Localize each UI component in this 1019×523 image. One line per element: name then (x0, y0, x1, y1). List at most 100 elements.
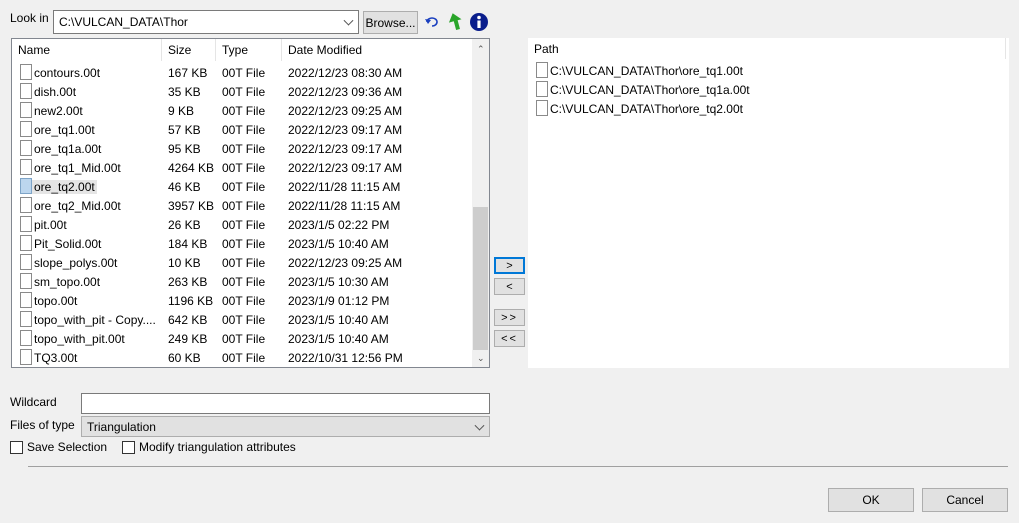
file-size: 35 KB (168, 85, 201, 99)
file-row[interactable]: ore_tq2_Mid.00t 3957 KB 00T File 2022/11… (18, 196, 478, 215)
scroll-up-icon[interactable]: ⌃ (477, 44, 485, 55)
column-header-path[interactable]: Path (528, 38, 1006, 59)
look-in-combo[interactable]: C:\VULCAN_DATA\Thor (53, 10, 359, 34)
file-type: 00T File (222, 256, 266, 270)
file-date: 2023/1/5 10:40 AM (288, 313, 389, 327)
green-up-arrow-icon[interactable] (446, 12, 464, 32)
wildcard-input[interactable] (81, 393, 490, 414)
column-header-date[interactable]: Date Modified (282, 39, 472, 61)
selected-list[interactable]: Path C:\VULCAN_DATA\Thor\ore_tq1.00t C:\V… (528, 38, 1009, 368)
file-date: 2023/1/5 02:22 PM (288, 218, 390, 232)
file-type: 00T File (222, 294, 266, 308)
file-type: 00T File (222, 332, 266, 346)
file-date: 2023/1/5 10:40 AM (288, 332, 389, 346)
file-size: 57 KB (168, 123, 201, 137)
file-size: 1196 KB (168, 294, 214, 308)
file-list[interactable]: Name Size Type Date Modified contours.00… (11, 38, 490, 368)
file-date: 2022/12/23 09:17 AM (288, 161, 403, 175)
file-date: 2022/11/28 11:15 AM (288, 199, 401, 213)
column-header-name[interactable]: Name (12, 39, 162, 61)
file-row[interactable]: TQ3.00t 60 KB 00T File 2022/10/31 12:56 … (18, 348, 478, 367)
file-type: 00T File (222, 66, 266, 80)
add-all-button[interactable]: >> (494, 309, 525, 326)
checkbox-box[interactable] (10, 440, 23, 454)
wildcard-label: Wildcard (10, 395, 57, 409)
file-name: ore_tq1.00t (34, 123, 95, 137)
remove-button[interactable]: < (494, 278, 525, 295)
file-size: 249 KB (168, 332, 208, 346)
file-size: 263 KB (168, 275, 208, 289)
file-name: topo_with_pit.00t (34, 332, 125, 346)
save-selection-label: Save Selection (27, 440, 108, 454)
file-date: 2022/12/23 09:36 AM (288, 85, 403, 99)
file-name: ore_tq1_Mid.00t (34, 161, 121, 175)
file-date: 2023/1/5 10:40 AM (288, 237, 389, 251)
file-date: 2022/12/23 09:25 AM (288, 256, 403, 270)
undo-arrow-icon[interactable] (424, 14, 440, 30)
add-button[interactable]: > (494, 257, 525, 274)
file-row[interactable]: ore_tq1a.00t 95 KB 00T File 2022/12/23 0… (18, 139, 478, 158)
column-header-size[interactable]: Size (162, 39, 216, 61)
scroll-down-icon[interactable]: ⌄ (477, 353, 485, 364)
file-name: topo_with_pit - Copy.... (34, 313, 156, 327)
file-name: pit.00t (34, 218, 67, 232)
modify-attributes-checkbox[interactable]: Modify triangulation attributes (122, 440, 296, 454)
save-selection-checkbox[interactable]: Save Selection (10, 440, 107, 454)
column-header-type[interactable]: Type (216, 39, 282, 61)
remove-all-button[interactable]: << (494, 330, 525, 347)
ok-button[interactable]: OK (828, 488, 914, 512)
file-icon (20, 349, 32, 365)
file-icon (536, 100, 548, 116)
selected-row[interactable]: C:\VULCAN_DATA\Thor\ore_tq2.00t (534, 99, 994, 118)
files-of-type-select[interactable]: Triangulation (81, 416, 490, 437)
file-name: sm_topo.00t (34, 275, 101, 289)
selected-row[interactable]: C:\VULCAN_DATA\Thor\ore_tq1.00t (534, 61, 994, 80)
file-row[interactable]: ore_tq2.00t 46 KB 00T File 2022/11/28 11… (18, 177, 478, 196)
selected-row[interactable]: C:\VULCAN_DATA\Thor\ore_tq1a.00t (534, 80, 994, 99)
file-icon (20, 197, 32, 213)
file-row[interactable]: ore_tq1.00t 57 KB 00T File 2022/12/23 09… (18, 120, 478, 139)
file-row[interactable]: dish.00t 35 KB 00T File 2022/12/23 09:36… (18, 82, 478, 101)
file-row[interactable]: topo_with_pit - Copy.... 642 KB 00T File… (18, 310, 478, 329)
file-icon (20, 216, 32, 232)
file-size: 9 KB (168, 104, 195, 118)
file-name: dish.00t (34, 85, 77, 99)
file-row[interactable]: slope_polys.00t 10 KB 00T File 2022/12/2… (18, 253, 478, 272)
file-size: 10 KB (168, 256, 201, 270)
checkbox-box[interactable] (122, 440, 135, 454)
file-size: 184 KB (168, 237, 208, 251)
file-type: 00T File (222, 313, 266, 327)
file-row[interactable]: topo.00t 1196 KB 00T File 2023/1/9 01:12… (18, 291, 478, 310)
file-row[interactable]: sm_topo.00t 263 KB 00T File 2023/1/5 10:… (18, 272, 478, 291)
cancel-button[interactable]: Cancel (922, 488, 1008, 512)
selected-path: C:\VULCAN_DATA\Thor\ore_tq2.00t (550, 102, 743, 116)
file-icon (20, 292, 32, 308)
file-row[interactable]: ore_tq1_Mid.00t 4264 KB 00T File 2022/12… (18, 158, 478, 177)
info-icon[interactable] (469, 12, 489, 32)
file-size: 4264 KB (168, 161, 215, 175)
file-type: 00T File (222, 123, 266, 137)
file-row[interactable]: contours.00t 167 KB 00T File 2022/12/23 … (18, 63, 478, 82)
file-row[interactable]: Pit_Solid.00t 184 KB 00T File 2023/1/5 1… (18, 234, 478, 253)
scrollbar-thumb[interactable] (473, 207, 488, 350)
file-icon (536, 81, 548, 97)
file-row[interactable]: new2.00t 9 KB 00T File 2022/12/23 09:25 … (18, 101, 478, 120)
file-icon (20, 121, 32, 137)
file-size: 167 KB (168, 66, 208, 80)
file-date: 2022/10/31 12:56 PM (288, 351, 403, 365)
file-name: contours.00t (34, 66, 101, 80)
files-of-type-value: Triangulation (87, 419, 156, 434)
browse-button[interactable]: Browse... (363, 11, 418, 34)
file-type: 00T File (222, 199, 266, 213)
file-row[interactable]: pit.00t 26 KB 00T File 2023/1/5 02:22 PM (18, 215, 478, 234)
file-size: 60 KB (168, 351, 201, 365)
look-in-value: C:\VULCAN_DATA\Thor (59, 15, 188, 29)
file-size: 95 KB (168, 142, 201, 156)
chevron-down-icon (343, 15, 354, 26)
scrollbar[interactable]: ⌃ ⌄ (472, 39, 489, 367)
file-row[interactable]: topo_with_pit.00t 249 KB 00T File 2023/1… (18, 329, 478, 348)
file-date: 2022/12/23 09:25 AM (288, 104, 403, 118)
file-name: ore_tq2.00t (32, 180, 97, 194)
file-icon (20, 178, 32, 194)
modify-attributes-label: Modify triangulation attributes (139, 440, 296, 454)
